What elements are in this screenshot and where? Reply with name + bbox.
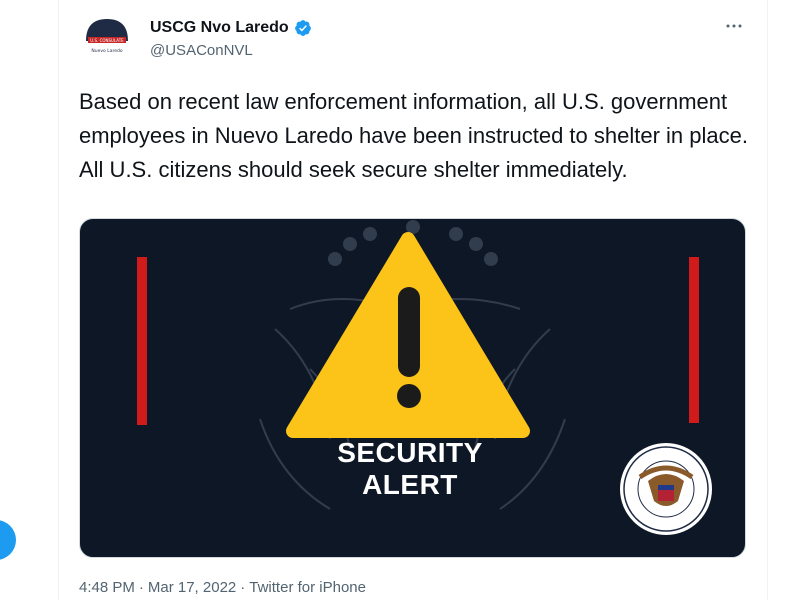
left-red-bar [137,257,147,425]
security-alert-line2: ALERT [362,469,458,500]
timestamp-time[interactable]: 4:48 PM [79,579,135,596]
right-red-bar [689,257,699,423]
avatar[interactable]: U.S. CONSULATE Nuevo Laredo [78,11,136,61]
tweet-text: Based on recent law enforcement informat… [79,89,759,182]
avatar-logo-top-text: U.S. CONSULATE [90,38,124,43]
compose-fab-button[interactable] [0,520,16,560]
avatar-logo-bottom-text: Nuevo Laredo [91,48,122,54]
meta-separator: · [138,579,144,596]
security-alert-line1: SECURITY [337,437,483,468]
verified-badge-icon [294,19,312,37]
name-row: USCG Nvo Laredo [150,19,312,37]
consulate-logo-icon: U.S. CONSULATE Nuevo Laredo [82,11,132,61]
timestamp-date[interactable]: Mar 17, 2022 [148,579,236,596]
tweet-meta: 4:48 PM · Mar 17, 2022 · Twitter for iPh… [79,579,366,596]
tweet-media-image[interactable]: SECURITY ALERT [79,218,746,558]
consulate-seal-icon [620,443,712,535]
account-handle[interactable]: @USAConNVL [150,42,253,59]
display-name[interactable]: USCG Nvo Laredo [150,19,289,37]
more-horizontal-icon[interactable] [722,16,746,36]
meta-separator: · [240,579,246,596]
tweet-source[interactable]: Twitter for iPhone [249,579,366,596]
warning-triangle-icon [286,232,530,438]
